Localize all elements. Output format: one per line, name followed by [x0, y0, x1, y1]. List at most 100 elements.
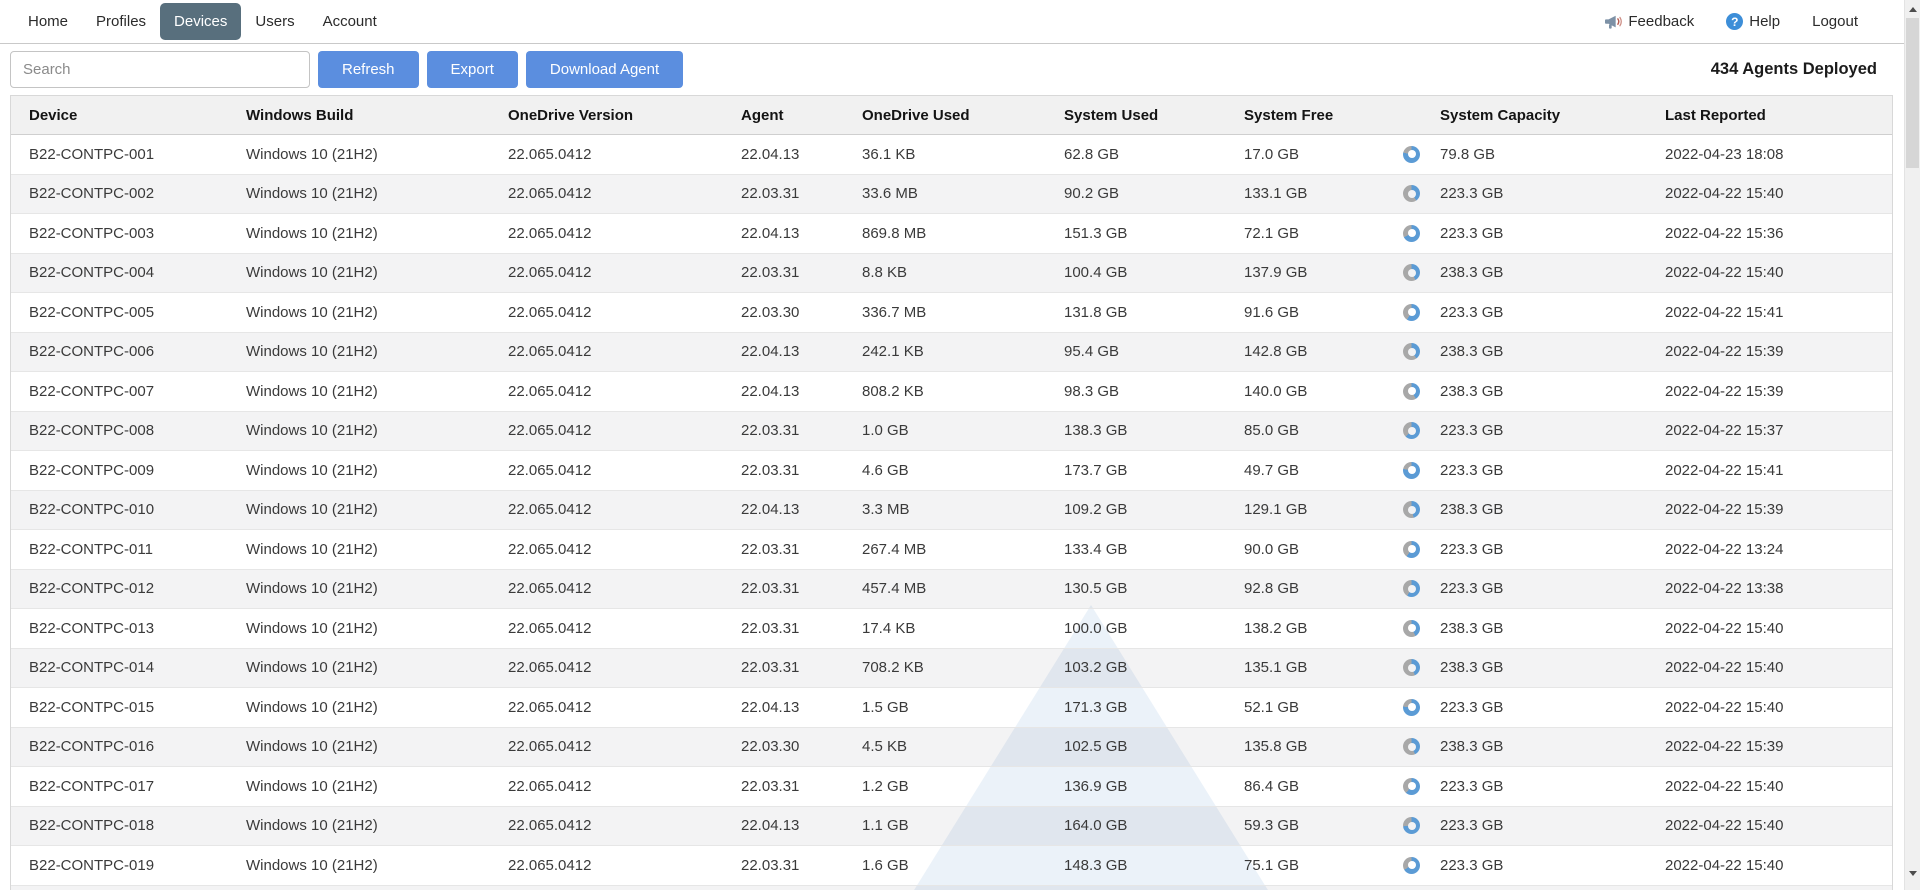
col-header-agent[interactable]: Agent — [723, 96, 844, 134]
cell-onedrive-used: 1.0 GB — [844, 412, 1046, 451]
logout-link[interactable]: Logout — [1812, 13, 1858, 30]
vertical-scrollbar[interactable] — [1904, 0, 1920, 890]
cell-system-used: 90.2 GB — [1046, 175, 1226, 214]
feedback-label: Feedback — [1628, 13, 1694, 30]
cell-onedrive-used: 17.4 KB — [844, 609, 1046, 648]
table-row[interactable]: B22-CONTPC-010 Windows 10 (21H2) 22.065.… — [11, 491, 1892, 531]
cell-device: B22-CONTPC-006 — [11, 333, 228, 372]
cell-system-capacity: 223.3 GB — [1422, 214, 1647, 253]
feedback-link[interactable]: Feedback — [1604, 13, 1694, 30]
cell-onedrive-used: 267.4 MB — [844, 530, 1046, 569]
scrollbar-thumb[interactable] — [1906, 18, 1919, 168]
table-row[interactable]: B22-CONTPC-012 Windows 10 (21H2) 22.065.… — [11, 570, 1892, 610]
nav-item-users[interactable]: Users — [255, 13, 294, 30]
download-agent-button[interactable]: Download Agent — [526, 51, 683, 88]
table-row[interactable]: B22-CONTPC-001 Windows 10 (21H2) 22.065.… — [11, 135, 1892, 175]
export-button[interactable]: Export — [427, 51, 518, 88]
cell-system-used: 138.3 GB — [1046, 412, 1226, 451]
cell-last-reported: 2022-04-22 15:40 — [1647, 846, 1892, 885]
devices-table: Device Windows Build OneDrive Version Ag… — [10, 95, 1893, 890]
cell-system-used: 62.8 GB — [1046, 135, 1226, 174]
cell-last-reported: 2022-04-22 15:40 — [1647, 254, 1892, 293]
table-row[interactable]: B22-CONTPC-019 Windows 10 (21H2) 22.065.… — [11, 846, 1892, 886]
col-header-device[interactable]: Device — [11, 96, 228, 134]
scrollbar-down-arrow-icon[interactable] — [1909, 871, 1917, 876]
cell-system-capacity: 223.3 GB — [1422, 846, 1647, 885]
table-row[interactable]: B22-CONTPC-020 Windows 10 (21H2) 22.065.… — [11, 886, 1892, 890]
nav-item-devices[interactable]: Devices — [160, 3, 241, 40]
cell-system-capacity: 223.3 GB — [1422, 412, 1647, 451]
cell-onedrive-used — [844, 886, 1046, 890]
cell-last-reported — [1647, 886, 1892, 890]
cell-onedrive-used: 4.5 KB — [844, 728, 1046, 767]
cell-system-used: 171.3 GB — [1046, 688, 1226, 727]
table-header: Device Windows Build OneDrive Version Ag… — [11, 96, 1892, 135]
nav-item-home[interactable]: Home — [28, 13, 68, 30]
cell-system-capacity: 223.3 GB — [1422, 530, 1647, 569]
cell-agent: 22.03.30 — [723, 293, 844, 332]
cell-onedrive-used: 36.1 KB — [844, 135, 1046, 174]
cell-windows-build: Windows 10 (21H2) — [228, 451, 490, 490]
table-row[interactable]: B22-CONTPC-014 Windows 10 (21H2) 22.065.… — [11, 649, 1892, 689]
capacity-donut-icon — [1403, 659, 1420, 676]
table-row[interactable]: B22-CONTPC-018 Windows 10 (21H2) 22.065.… — [11, 807, 1892, 847]
cell-system-free: 75.1 GB — [1226, 846, 1386, 885]
help-label: Help — [1749, 13, 1780, 30]
search-input[interactable] — [10, 51, 310, 88]
cell-device: B22-CONTPC-004 — [11, 254, 228, 293]
help-link[interactable]: ? Help — [1726, 13, 1780, 30]
table-row[interactable]: B22-CONTPC-006 Windows 10 (21H2) 22.065.… — [11, 333, 1892, 373]
cell-windows-build: Windows 10 (21H2) — [228, 412, 490, 451]
cell-device: B22-CONTPC-003 — [11, 214, 228, 253]
cell-system-used: 100.0 GB — [1046, 609, 1226, 648]
cell-device: B22-CONTPC-019 — [11, 846, 228, 885]
col-header-system-free[interactable]: System Free — [1226, 96, 1386, 134]
table-row[interactable]: B22-CONTPC-002 Windows 10 (21H2) 22.065.… — [11, 175, 1892, 215]
table-row[interactable]: B22-CONTPC-011 Windows 10 (21H2) 22.065.… — [11, 530, 1892, 570]
cell-system-free: 135.1 GB — [1226, 649, 1386, 688]
cell-system-capacity: 223.3 GB — [1422, 293, 1647, 332]
cell-last-reported: 2022-04-22 15:36 — [1647, 214, 1892, 253]
table-row[interactable]: B22-CONTPC-005 Windows 10 (21H2) 22.065.… — [11, 293, 1892, 333]
nav-item-profiles[interactable]: Profiles — [96, 13, 146, 30]
capacity-donut-icon — [1403, 580, 1420, 597]
table-row[interactable]: B22-CONTPC-004 Windows 10 (21H2) 22.065.… — [11, 254, 1892, 294]
col-header-onedrive-version[interactable]: OneDrive Version — [490, 96, 723, 134]
col-header-system-capacity[interactable]: System Capacity — [1422, 96, 1647, 134]
col-header-capacity-icon — [1386, 96, 1422, 134]
cell-agent: 22.04.13 — [723, 688, 844, 727]
table-row[interactable]: B22-CONTPC-003 Windows 10 (21H2) 22.065.… — [11, 214, 1892, 254]
scrollbar-up-arrow-icon[interactable] — [1909, 7, 1917, 12]
col-header-last-reported[interactable]: Last Reported — [1647, 96, 1892, 134]
table-row[interactable]: B22-CONTPC-015 Windows 10 (21H2) 22.065.… — [11, 688, 1892, 728]
table-row[interactable]: B22-CONTPC-016 Windows 10 (21H2) 22.065.… — [11, 728, 1892, 768]
cell-agent: 22.03.31 — [723, 254, 844, 293]
cell-capacity-donut — [1386, 254, 1422, 293]
table-row[interactable]: B22-CONTPC-013 Windows 10 (21H2) 22.065.… — [11, 609, 1892, 649]
cell-system-used: 109.2 GB — [1046, 491, 1226, 530]
table-row[interactable]: B22-CONTPC-007 Windows 10 (21H2) 22.065.… — [11, 372, 1892, 412]
cell-onedrive-version: 22.065.0412 — [490, 609, 723, 648]
cell-last-reported: 2022-04-22 15:40 — [1647, 767, 1892, 806]
cell-capacity-donut — [1386, 135, 1422, 174]
cell-device: B22-CONTPC-005 — [11, 293, 228, 332]
cell-agent: 22.04.13 — [723, 214, 844, 253]
col-header-system-used[interactable]: System Used — [1046, 96, 1226, 134]
cell-capacity-donut — [1386, 372, 1422, 411]
agents-deployed-status: 434 Agents Deployed — [1711, 60, 1877, 79]
col-header-onedrive-used[interactable]: OneDrive Used — [844, 96, 1046, 134]
cell-onedrive-version: 22.065.0412 — [490, 649, 723, 688]
capacity-donut-icon — [1403, 146, 1420, 163]
table-row[interactable]: B22-CONTPC-009 Windows 10 (21H2) 22.065.… — [11, 451, 1892, 491]
cell-agent: 22.04.13 — [723, 135, 844, 174]
cell-windows-build: Windows 10 (21H2) — [228, 175, 490, 214]
table-row[interactable]: B22-CONTPC-017 Windows 10 (21H2) 22.065.… — [11, 767, 1892, 807]
cell-last-reported: 2022-04-22 13:38 — [1647, 570, 1892, 609]
cell-capacity-donut — [1386, 175, 1422, 214]
col-header-windows-build[interactable]: Windows Build — [228, 96, 490, 134]
cell-system-free: 17.0 GB — [1226, 135, 1386, 174]
refresh-button[interactable]: Refresh — [318, 51, 419, 88]
nav-item-account[interactable]: Account — [323, 13, 377, 30]
cell-onedrive-used: 242.1 KB — [844, 333, 1046, 372]
table-row[interactable]: B22-CONTPC-008 Windows 10 (21H2) 22.065.… — [11, 412, 1892, 452]
